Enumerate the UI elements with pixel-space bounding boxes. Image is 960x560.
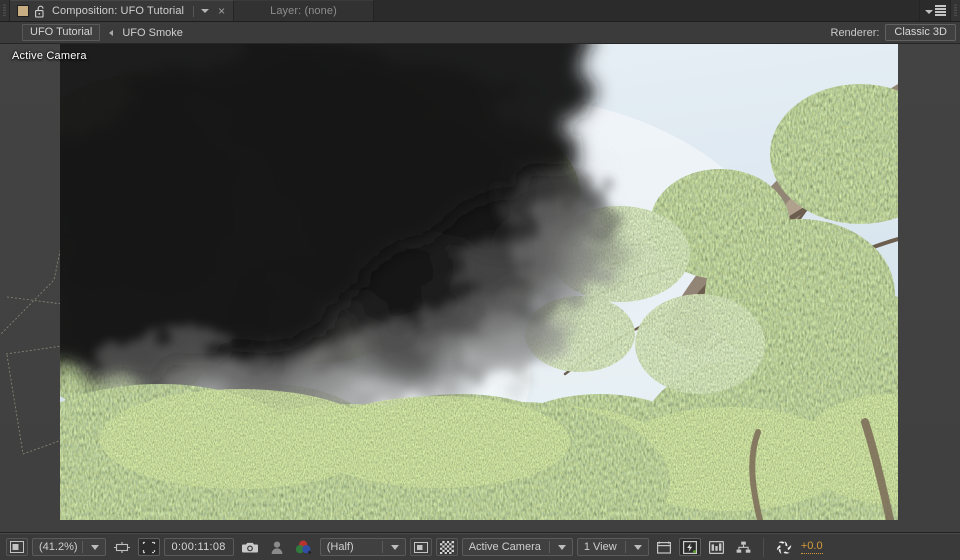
- grip-dots-icon: [3, 4, 6, 17]
- composition-render: [60, 44, 898, 520]
- panel-menu-arrow-icon: [924, 10, 933, 14]
- resolution-value: (Half): [326, 541, 354, 553]
- composition-viewer[interactable]: Active Camera: [0, 44, 960, 533]
- field-divider: [81, 541, 83, 553]
- unlocked-padlock-icon[interactable]: [35, 5, 46, 18]
- region-of-interest-icon[interactable]: [110, 538, 134, 556]
- tab-divider: [193, 5, 195, 17]
- show-channel-rgb-icon[interactable]: [291, 538, 316, 556]
- left-triangle-icon: [109, 29, 114, 36]
- panel-menu-lines-icon: [934, 4, 946, 17]
- panel-tab-bar: Composition: UFO Tutorial × Layer: (none…: [0, 0, 960, 22]
- after-effects-composition-panel: Composition: UFO Tutorial × Layer: (none…: [0, 0, 960, 560]
- show-composition-timeline-icon[interactable]: [705, 538, 728, 556]
- toggle-transparency-grid-icon[interactable]: [137, 538, 160, 556]
- choose-grid-and-guide-options-icon[interactable]: [653, 538, 675, 556]
- breadcrumb-comp-button[interactable]: UFO Tutorial: [22, 24, 101, 41]
- renderer-button[interactable]: Classic 3D: [885, 24, 956, 41]
- grip-dots-icon-right: [954, 4, 957, 17]
- region-of-interest-box-icon[interactable]: [409, 538, 432, 556]
- breadcrumb: UFO Tutorial UFO Smoke Renderer: Classic…: [0, 22, 960, 44]
- tab-composition-label: Composition: UFO Tutorial: [52, 5, 185, 17]
- field-divider: [624, 541, 626, 553]
- toolbar-divider: [762, 537, 764, 557]
- resolution-popup[interactable]: (Half): [319, 538, 406, 556]
- tab-composition[interactable]: Composition: UFO Tutorial ×: [10, 0, 235, 21]
- composition-color-swatch: [17, 5, 29, 17]
- toggle-transparency-checkerboard-icon[interactable]: [435, 538, 458, 556]
- field-divider: [381, 541, 383, 553]
- always-preview-this-view-icon[interactable]: [6, 538, 28, 556]
- camera-view-value: Active Camera: [468, 541, 541, 553]
- panel-resize-grip[interactable]: [950, 0, 960, 21]
- view-layout-popup[interactable]: 1 View: [576, 538, 649, 556]
- active-camera-overlay-label: Active Camera: [12, 50, 87, 62]
- tab-layer[interactable]: Layer: (none): [234, 0, 374, 21]
- close-icon[interactable]: ×: [217, 5, 226, 18]
- camera-view-popup[interactable]: Active Camera: [461, 538, 573, 556]
- renderer-label: Renderer:: [830, 26, 880, 39]
- view-layout-value: 1 View: [583, 541, 617, 553]
- viewer-toolbar: (41.2%) 0:00:11:08 (Half) Active Camera …: [0, 533, 960, 560]
- chevron-down-icon[interactable]: [90, 544, 99, 550]
- panel-menu-icon[interactable]: [920, 0, 950, 21]
- composition-frame[interactable]: [60, 44, 898, 520]
- exposure-shutter-icon[interactable]: [772, 538, 797, 556]
- magnification-value: (41.2%): [39, 541, 78, 553]
- tab-bar-empty-space: [373, 0, 920, 21]
- current-timecode: 0:00:11:08: [171, 541, 226, 553]
- tab-layer-label: Layer: (none): [270, 5, 337, 17]
- chevron-down-icon[interactable]: [390, 544, 399, 550]
- exposure-value[interactable]: +0.0: [800, 540, 823, 554]
- current-time-field[interactable]: 0:00:11:08: [163, 538, 234, 556]
- magnification-ratio-popup[interactable]: (41.2%): [32, 538, 106, 556]
- fast-previews-lightning-icon[interactable]: [678, 538, 701, 556]
- chevron-down-icon[interactable]: [201, 9, 210, 13]
- panel-drag-grip[interactable]: [0, 0, 10, 21]
- chevron-down-icon[interactable]: [633, 544, 642, 550]
- camera-snapshot-icon[interactable]: [238, 538, 263, 556]
- field-divider: [548, 541, 550, 553]
- show-snapshot-icon[interactable]: [267, 538, 287, 556]
- comp-flowchart-view-icon[interactable]: [732, 538, 755, 556]
- chevron-down-icon[interactable]: [557, 544, 566, 550]
- breadcrumb-current-item[interactable]: UFO Smoke: [122, 27, 183, 39]
